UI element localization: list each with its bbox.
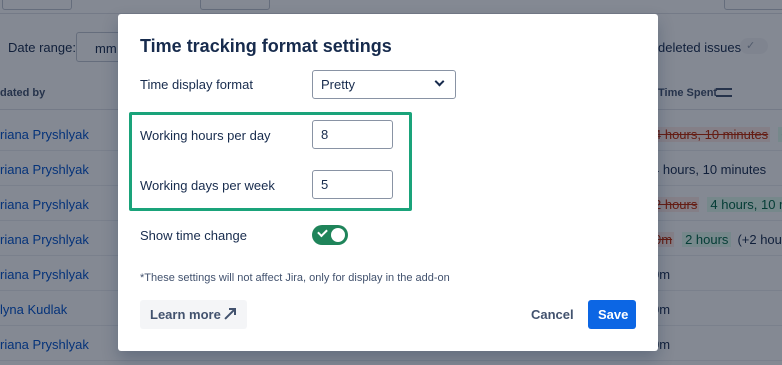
days-per-week-label: Working days per week	[140, 178, 275, 193]
check-icon	[317, 226, 328, 238]
time-tracking-settings-dialog: Time tracking format settings Time displ…	[118, 14, 658, 351]
chevron-down-icon	[434, 76, 445, 87]
external-arrow-icon	[224, 308, 236, 320]
toggle-knob	[331, 228, 345, 242]
display-format-label: Time display format	[140, 77, 253, 92]
hours-per-day-input[interactable]: 8	[312, 120, 393, 149]
learn-more-button[interactable]: Learn more	[140, 300, 247, 329]
display-format-value: Pretty	[321, 77, 355, 92]
hours-per-day-label: Working hours per day	[140, 128, 271, 143]
days-per-week-input[interactable]: 5	[312, 170, 393, 199]
settings-footnote: *These settings will not affect Jira, on…	[140, 272, 450, 284]
show-time-change-label: Show time change	[140, 228, 247, 243]
dialog-title: Time tracking format settings	[140, 36, 392, 56]
learn-more-label: Learn more	[150, 307, 221, 322]
show-time-change-toggle[interactable]	[312, 225, 348, 245]
display-format-select[interactable]: Pretty	[312, 70, 456, 99]
save-button[interactable]: Save	[588, 300, 636, 329]
cancel-button[interactable]: Cancel	[522, 300, 578, 329]
